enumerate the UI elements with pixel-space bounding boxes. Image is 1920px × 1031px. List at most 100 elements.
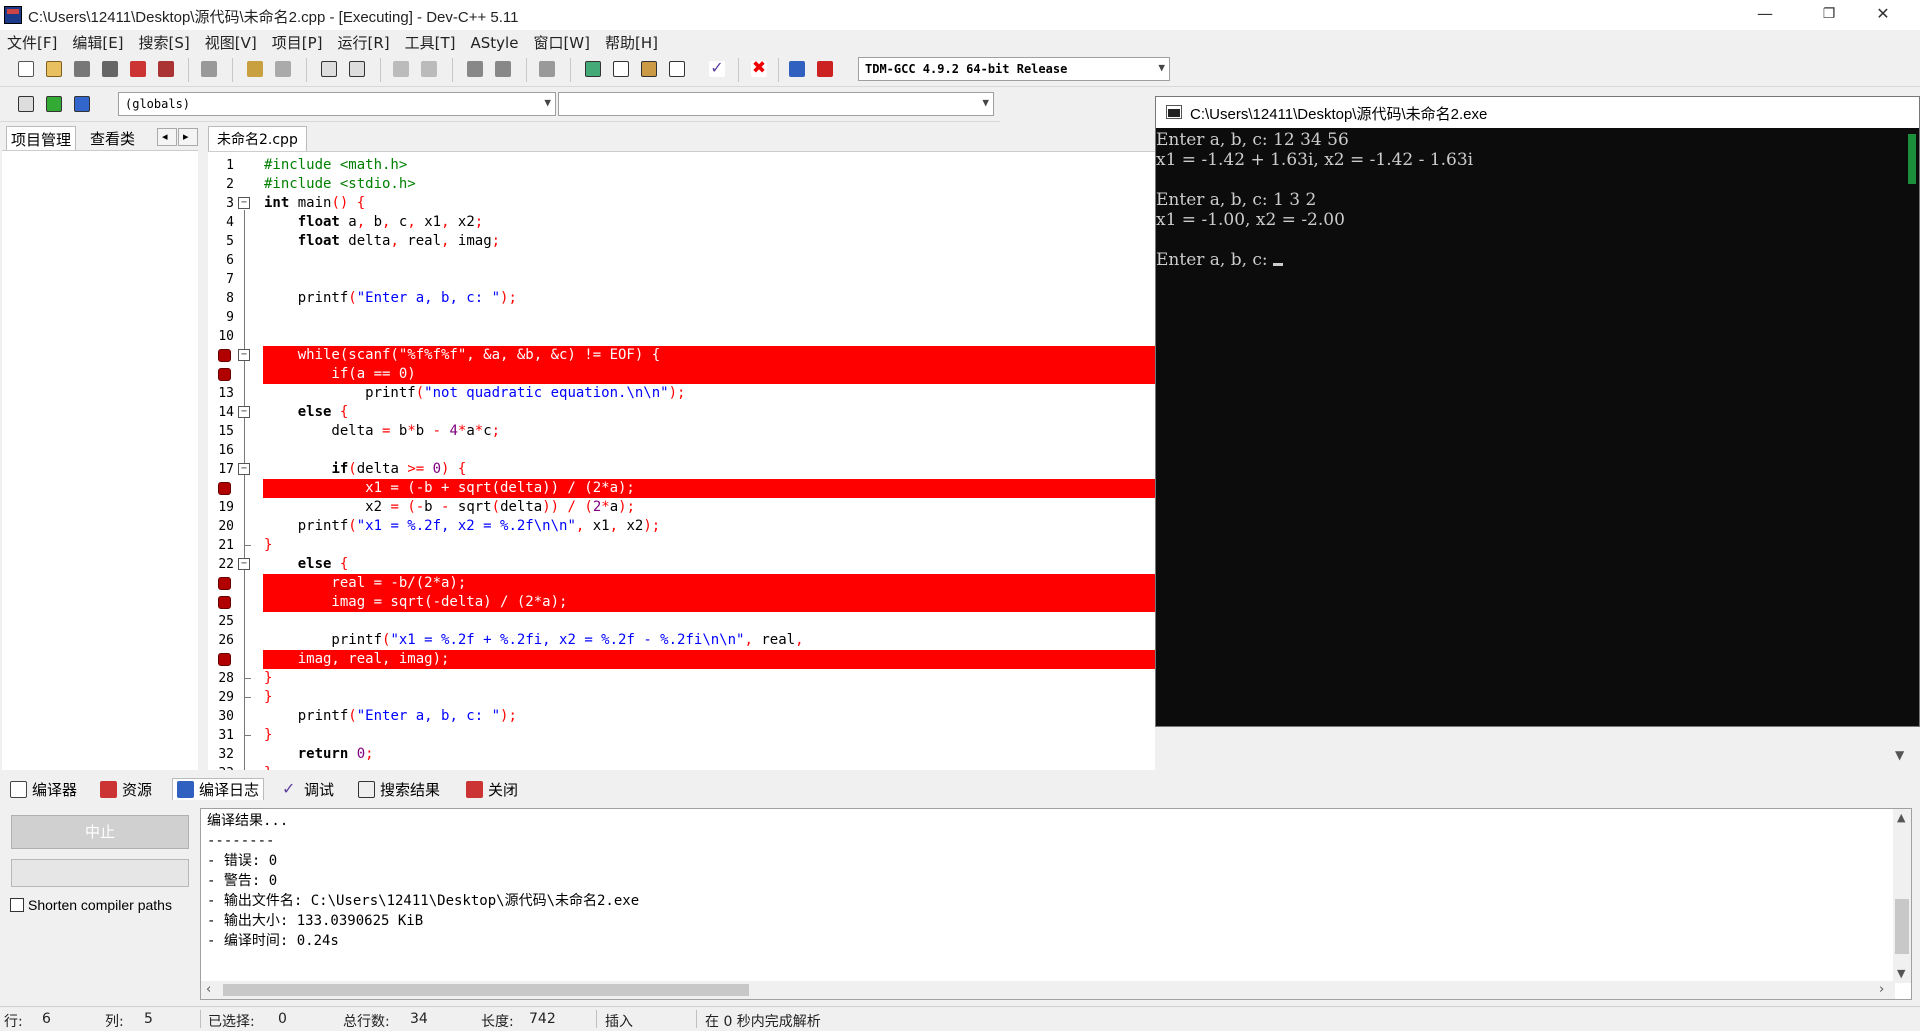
breakpoint-icon[interactable] [218,482,231,495]
code-line[interactable]: 13 printf("not quadratic equation.\n\n")… [208,384,1155,403]
compile-run-icon[interactable] [638,58,660,80]
code-line[interactable]: 16 [208,441,1155,460]
breakpoint-line[interactable]: imag = sqrt(-delta) / (2*a); [208,593,1155,612]
tab-scroll-right-button[interactable]: ▸ [178,128,198,146]
tab-search-results[interactable]: 搜索结果 [354,779,444,801]
code-line[interactable]: 2 #include <stdio.h> [208,175,1155,194]
code-line[interactable]: 30 printf("Enter a, b, c: "); [208,707,1155,726]
code-line[interactable]: 28} [208,669,1155,688]
print-icon[interactable] [198,58,220,80]
code-line[interactable]: 22− else { [208,555,1155,574]
code-line[interactable]: 10 [208,327,1155,346]
code-line[interactable]: 31} [208,726,1155,745]
undo-icon[interactable] [244,58,266,80]
log-vscroll-thumb[interactable] [1895,899,1909,954]
unindent-icon[interactable] [418,58,440,80]
shorten-paths-option[interactable]: Shorten compiler paths [10,897,172,913]
code-line[interactable]: 20 printf("x1 = %.2f, x2 = %.2f\n\n", x1… [208,517,1155,536]
new-project-icon[interactable] [15,93,37,115]
scroll-down-icon[interactable]: ▼ [1897,967,1905,980]
syntax-check-icon[interactable]: ✓ [706,58,728,80]
compiler-select[interactable]: TDM-GCC 4.9.2 64-bit Release ▼ [858,57,1170,81]
abort-compile-button[interactable]: 中止 [11,815,189,849]
stop-execution-icon[interactable]: ✖ [748,58,770,80]
tab-resources[interactable]: 资源 [96,779,156,801]
menu-search[interactable]: 搜索[S] [132,30,198,53]
breakpoint-icon[interactable] [218,368,231,381]
back-icon[interactable] [464,58,486,80]
tab-editor-file[interactable]: 未命名2.cpp [208,126,307,151]
project-options-icon[interactable] [71,93,93,115]
project-tree[interactable] [2,150,198,770]
code-line[interactable]: 25 [208,612,1155,631]
current-line[interactable]: 6 [208,251,1155,270]
indent-icon[interactable] [390,58,412,80]
code-line[interactable]: 29} [208,688,1155,707]
redo-icon[interactable] [272,58,294,80]
fold-toggle-icon[interactable]: − [238,463,250,475]
menu-file[interactable]: 文件[F] [0,30,65,53]
code-line[interactable]: 15 delta = b*b - 4*a*c; [208,422,1155,441]
breakpoint-icon[interactable] [218,349,231,362]
minimize-button[interactable]: — [1742,0,1788,30]
replace-icon[interactable] [346,58,368,80]
breakpoint-line[interactable]: if(a == 0) [208,365,1155,384]
close-file-icon[interactable] [127,58,149,80]
rebuild-all-icon[interactable] [666,58,688,80]
code-line[interactable]: 17− if(delta >= 0) { [208,460,1155,479]
restore-button[interactable]: ❐ [1806,0,1852,30]
tab-project-manager[interactable]: 项目管理 [6,126,77,150]
close-button[interactable]: ✕ [1860,0,1906,30]
tab-scroll-left-button[interactable]: ◂ [157,128,177,146]
scroll-left-icon[interactable]: ‹ [206,982,211,997]
forward-icon[interactable] [492,58,514,80]
code-line[interactable]: 4 float a, b, c, x1, x2; [208,213,1155,232]
menu-project[interactable]: 项目[P] [265,30,331,53]
code-line[interactable]: 8 printf("Enter a, b, c: "); [208,289,1155,308]
code-line[interactable]: 1 #include <math.h> [208,156,1155,175]
tab-class-browser[interactable]: 查看类 [86,126,139,150]
console-output[interactable]: Enter a, b, c: 12 34 56 x1 = -1.42 + 1.63… [1156,128,1906,726]
tab-compiler[interactable]: 编译器 [6,779,81,801]
profile-chart-icon[interactable] [786,58,808,80]
code-line[interactable]: 7 [208,270,1155,289]
menu-run[interactable]: 运行[R] [330,30,397,53]
open-file-icon[interactable] [43,58,65,80]
add-to-project-icon[interactable] [43,93,65,115]
run-icon[interactable] [610,58,632,80]
menu-view[interactable]: 视图[V] [198,30,265,53]
code-line[interactable]: 21} [208,536,1155,555]
code-line[interactable]: 14− else { [208,403,1155,422]
fold-toggle-icon[interactable]: − [238,558,250,570]
save-icon[interactable] [71,58,93,80]
fold-toggle-icon[interactable]: − [238,406,250,418]
code-line[interactable]: 19 x2 = (-b - sqrt(delta)) / (2*a); [208,498,1155,517]
log-horizontal-scrollbar[interactable]: ‹ › [201,981,1895,999]
fold-toggle-icon[interactable]: − [238,349,250,361]
console-scroll-thumb[interactable] [1908,134,1916,184]
console-scrollbar[interactable] [1905,128,1919,726]
code-line[interactable]: 33} [208,764,1155,770]
breakpoint-line[interactable]: − while(scanf("%f%f%f", &a, &b, &c) != E… [208,346,1155,365]
menu-help[interactable]: 帮助[H] [598,30,666,53]
scope-select[interactable]: (globals) ▼ [118,92,556,116]
close-all-icon[interactable] [155,58,177,80]
new-file-icon[interactable] [15,58,37,80]
tab-close[interactable]: 关闭 [462,779,522,801]
breakpoint-line[interactable]: imag, real, imag); [208,650,1155,669]
code-line[interactable]: 5 float delta, real, imag; [208,232,1155,251]
breakpoint-line[interactable]: real = -b/(2*a); [208,574,1155,593]
scroll-up-icon[interactable]: ▲ [1897,811,1905,824]
tab-compile-log[interactable]: 编译日志 [172,778,265,800]
menu-edit[interactable]: 编辑[E] [65,30,131,53]
breakpoint-line[interactable]: x1 = (-b + sqrt(delta)) / (2*a); [208,479,1155,498]
fold-toggle-icon[interactable]: − [238,197,250,209]
shorten-paths-checkbox[interactable] [10,898,24,912]
tab-debug[interactable]: ✓ 调试 [278,779,338,801]
breakpoint-icon[interactable] [218,577,231,590]
debug-icon[interactable] [814,58,836,80]
toggle-comment-icon[interactable] [536,58,558,80]
console-window[interactable]: C:\Users\12411\Desktop\源代码\未命名2.exe Ente… [1155,96,1920,727]
code-line[interactable]: 26 printf("x1 = %.2f + %.2fi, x2 = %.2f … [208,631,1155,650]
compile-icon[interactable] [582,58,604,80]
